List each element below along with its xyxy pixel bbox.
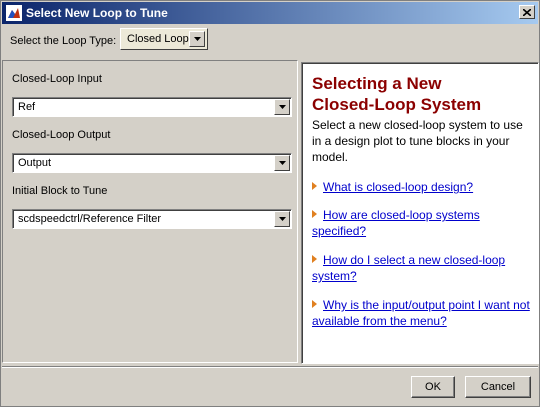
help-link-what-is-closed-loop[interactable]: What is closed-loop design? [312,179,534,195]
dialog-window: Select New Loop to Tune Select the Loop … [0,0,540,407]
close-button[interactable] [519,5,535,19]
chevron-down-icon [278,161,286,165]
bullet-arrow-icon [312,255,317,263]
closed-loop-output-label: Closed-Loop Output [12,129,111,141]
closed-loop-input-dropdown[interactable]: Ref [12,97,292,117]
help-link-text[interactable]: Why is the input/output point I want not… [312,298,530,328]
help-link-how-specified[interactable]: How are closed-loop systems specified? [312,207,534,239]
loop-type-dropdown[interactable]: Closed Loop [120,28,208,50]
chevron-down-icon [193,37,201,41]
help-link-text[interactable]: What is closed-loop design? [323,180,473,194]
title-bar[interactable]: Select New Loop to Tune [2,2,538,24]
help-title-line-1: Selecting a New [312,74,442,93]
help-title-line-2: Closed-Loop System [312,95,482,114]
closed-loop-output-dropdown[interactable]: Output [12,153,292,173]
loop-type-label: Select the Loop Type: [10,35,117,47]
bullet-arrow-icon [312,300,317,308]
window-title: Select New Loop to Tune [26,6,168,20]
closed-loop-output-value: Output [18,157,52,169]
help-panel: Selecting a New Closed-Loop System Selec… [301,62,539,364]
closed-loop-input-value: Ref [18,101,36,113]
close-icon [523,8,531,16]
cancel-button[interactable]: Cancel [465,376,531,398]
loop-type-value: Closed Loop [127,33,189,45]
help-link-how-select[interactable]: How do I select a new closed-loop system… [312,252,534,284]
chevron-down-icon [278,105,286,109]
help-link-text[interactable]: How do I select a new closed-loop system… [312,253,505,283]
closed-loop-input-label: Closed-Loop Input [12,73,102,85]
initial-block-label: Initial Block to Tune [12,185,108,197]
bullet-arrow-icon [312,182,317,190]
matlab-app-icon [6,5,22,21]
help-link-why-not-available[interactable]: Why is the input/output point I want not… [312,297,534,329]
bottom-divider [2,366,538,368]
closed-loop-output-arrow[interactable] [274,155,290,171]
help-title: Selecting a New Closed-Loop System [312,73,534,115]
closed-loop-input-arrow[interactable] [274,99,290,115]
initial-block-arrow[interactable] [274,211,290,227]
bullet-arrow-icon [312,210,317,218]
initial-block-dropdown[interactable]: scdspeedctrl/Reference Filter [12,209,292,229]
initial-block-value: scdspeedctrl/Reference Filter [18,213,162,225]
loop-type-dropdown-arrow[interactable] [189,31,205,47]
help-link-text[interactable]: How are closed-loop systems specified? [312,208,480,238]
ok-button[interactable]: OK [411,376,455,398]
help-description: Select a new closed-loop system to use i… [312,118,523,164]
chevron-down-icon [278,217,286,221]
loop-selection-panel: Closed-Loop Input Ref Closed-Loop Output… [2,60,298,363]
